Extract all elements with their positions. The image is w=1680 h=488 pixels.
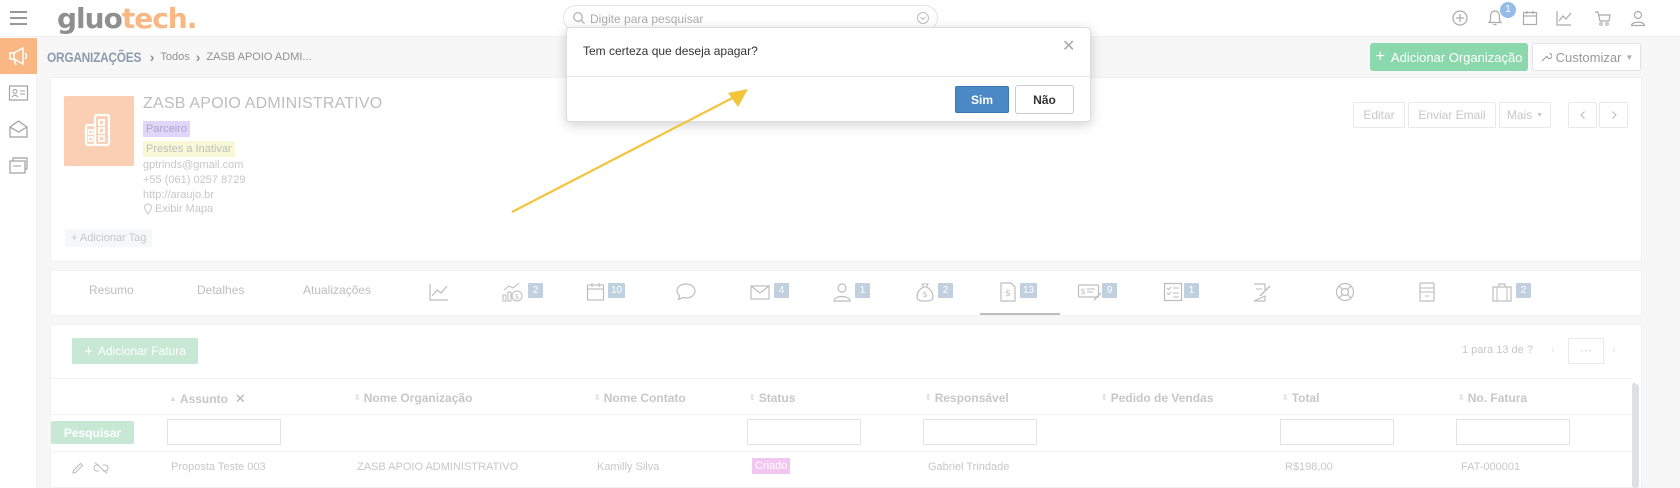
divider xyxy=(566,76,1091,77)
confirm-no-button[interactable]: Não xyxy=(1015,85,1074,114)
confirm-yes-button[interactable]: Sim xyxy=(955,86,1009,113)
close-icon[interactable]: ✕ xyxy=(1062,36,1075,56)
annotation-arrow-icon xyxy=(511,89,748,213)
dialog-message: Tem certeza que deseja apagar? xyxy=(583,44,758,58)
